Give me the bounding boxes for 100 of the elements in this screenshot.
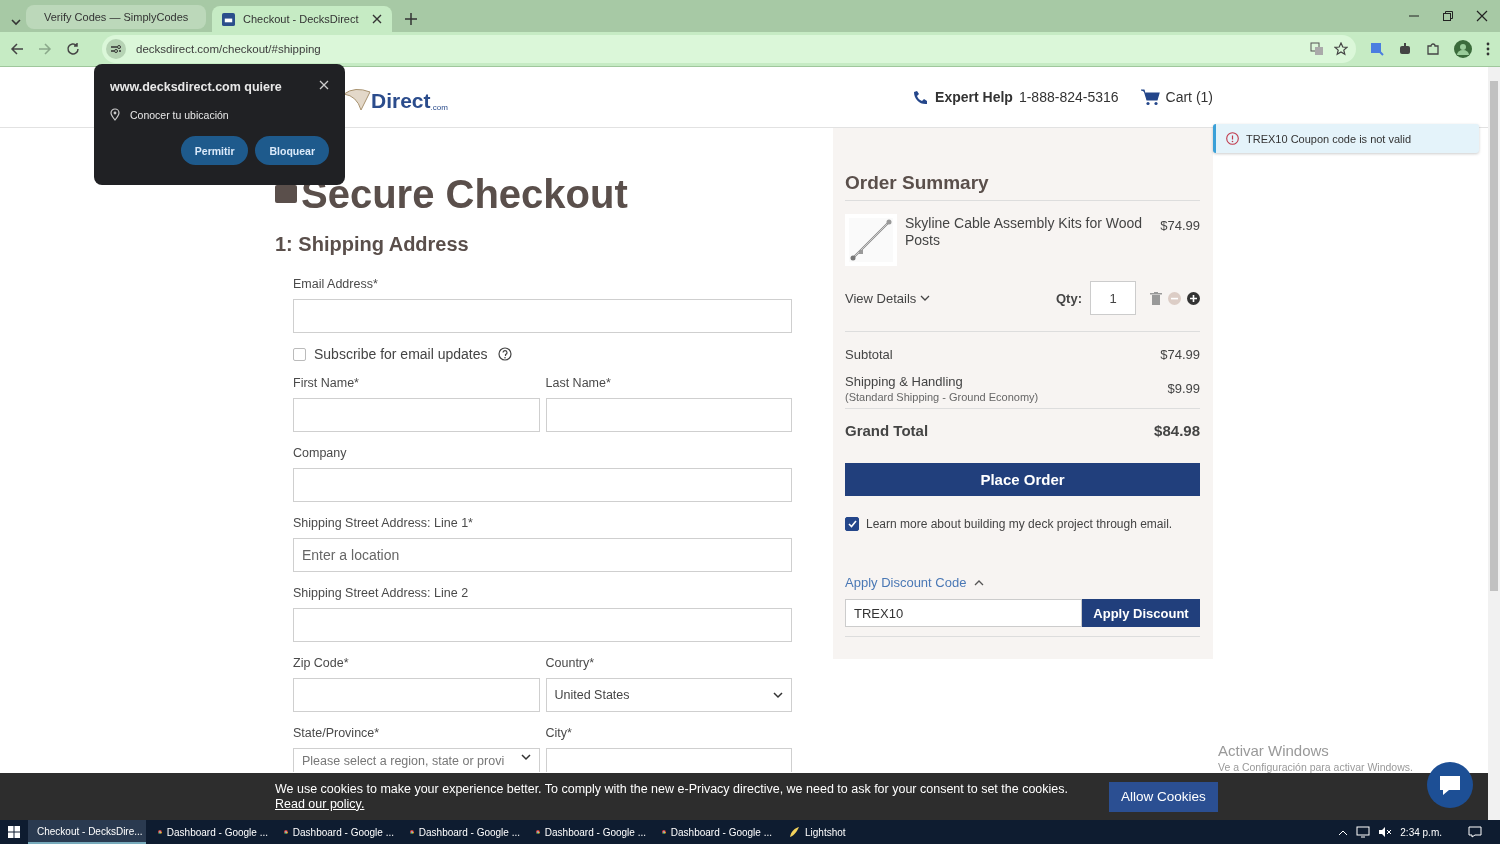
taskbar-item[interactable]: Dashboard - Google ... <box>532 820 650 844</box>
field-label: Shipping Street Address: Line 2 <box>293 585 470 601</box>
discount-code-field[interactable]: TREX10 <box>845 599 1082 627</box>
taskbar-label: Checkout - DecksDire... <box>37 825 143 837</box>
taskbar-label: Dashboard - Google ... <box>544 826 646 838</box>
popup-title: www.decksdirect.com quiere <box>110 80 282 94</box>
policy-link[interactable]: Read our policy. <box>275 796 365 811</box>
summary-title: Order Summary <box>845 172 1200 201</box>
tab-title: Verify Codes — SimplyCodes <box>44 11 189 23</box>
taskbar-label: Dashboard - Google ... <box>418 826 520 838</box>
taskbar-item[interactable]: Lightshot <box>784 820 902 844</box>
feather-icon <box>788 826 800 838</box>
field-label: Shipping Street Address: Line 1* <box>293 515 474 531</box>
url-text: decksdirect.com/checkout/#shipping <box>136 43 322 55</box>
place-order-button[interactable]: Place Order <box>845 463 1200 496</box>
tab-title: Checkout - DecksDirect <box>243 13 360 25</box>
address-bar[interactable]: decksdirect.com/checkout/#shipping <box>102 35 1356 63</box>
field-label: Company <box>293 445 348 461</box>
star-icon[interactable] <box>1334 42 1348 56</box>
roof-swoosh-icon <box>343 86 371 112</box>
logo-domain: .com <box>430 103 448 112</box>
caret-icon <box>520 754 531 761</box>
field-label: First Name* <box>293 375 360 391</box>
chevron-icon[interactable] <box>974 579 985 586</box>
close-icon[interactable] <box>1476 10 1488 22</box>
taskbar-label: Dashboard - Google ... <box>670 826 772 838</box>
help-icon[interactable] <box>497 347 512 361</box>
site-settings-icon[interactable] <box>106 39 126 59</box>
windows-start-icon[interactable] <box>8 826 20 838</box>
shipping-note: (Standard Shipping - Ground Economy) <box>845 391 1039 403</box>
input-field[interactable] <box>293 608 792 642</box>
taskbar-item[interactable]: Dashboard - Google ... <box>658 820 776 844</box>
taskbar-item[interactable]: Checkout - DecksDire... <box>28 820 146 844</box>
browser-tab[interactable]: Verify Codes — SimplyCodes <box>26 5 206 29</box>
more-menu-icon[interactable] <box>1486 42 1490 56</box>
help-label: Expert Help <box>935 89 1013 105</box>
select-field[interactable]: Please select a region, state or provi <box>293 748 540 772</box>
site-logo-icon <box>222 12 235 26</box>
taskbar-item[interactable]: Dashboard - Google ... <box>280 820 398 844</box>
field-label: Email Address* <box>293 276 379 292</box>
avatar-icon[interactable] <box>1454 40 1472 58</box>
chevron-down-icon <box>920 294 931 302</box>
cookie-text: We use cookies to make your experience better. To comply with the new e-Privacy directive, we need to ask for your consent to set the cookies. <box>275 781 1068 796</box>
alert-icon <box>1226 132 1239 145</box>
caret-icon <box>773 691 783 699</box>
taskbar-item[interactable]: Dashboard - Google ... <box>154 820 272 844</box>
popup-button[interactable]: Bloquear <box>255 136 329 165</box>
logo-text[interactable]: Direct <box>371 90 431 112</box>
allow-cookies-button[interactable]: Allow Cookies <box>1109 781 1218 812</box>
reload-icon[interactable] <box>66 42 80 56</box>
view-details-link[interactable]: View Details <box>845 290 917 306</box>
restore-icon[interactable] <box>1442 10 1454 22</box>
input-field[interactable] <box>293 299 792 333</box>
cart-icon[interactable] <box>1140 88 1160 106</box>
taskbar-label: Lightshot <box>805 826 846 838</box>
apply-discount-button[interactable]: Apply Discount <box>1082 599 1200 627</box>
robot-icon[interactable] <box>1398 42 1412 56</box>
network-icon[interactable] <box>1356 826 1371 838</box>
plus-circle-icon[interactable] <box>1187 291 1200 305</box>
close-icon[interactable] <box>372 14 382 24</box>
checkbox[interactable] <box>293 347 306 361</box>
chat-button-icon[interactable] <box>1427 762 1473 808</box>
permission-text: Conocer tu ubicación <box>130 108 229 121</box>
field-label: Last Name* <box>545 375 612 391</box>
input-field[interactable] <box>545 398 792 432</box>
product-price: $74.99 <box>1160 218 1200 235</box>
total-label: Grand Total <box>845 422 929 439</box>
cart-link[interactable]: Cart (1) <box>1165 89 1213 105</box>
new-tab-icon[interactable] <box>404 12 418 26</box>
input-field[interactable] <box>545 748 792 772</box>
notification-icon[interactable] <box>1468 826 1482 838</box>
input-field[interactable] <box>293 678 540 712</box>
muted-speaker-icon[interactable] <box>1378 826 1393 838</box>
total-value: $9.99 <box>1167 381 1200 396</box>
checkbox[interactable] <box>845 517 859 531</box>
field-label: Zip Code* <box>293 655 350 671</box>
total-label: Shipping & Handling <box>845 374 964 389</box>
checkbox-label: Subscribe for email updates <box>314 346 488 362</box>
discount-toggle-link[interactable]: Apply Discount Code <box>845 575 967 590</box>
scrollbar-thumb[interactable] <box>1490 81 1498 591</box>
trash-icon[interactable] <box>1150 291 1162 305</box>
product-name[interactable]: Skyline Cable Assembly Kits for Wood Posts <box>905 215 1153 266</box>
select-field[interactable]: United States <box>545 678 792 712</box>
browser-tab[interactable]: Checkout - DecksDirect <box>212 6 392 32</box>
input-field[interactable]: Enter a location <box>293 538 792 572</box>
field-label: State/Province* <box>293 725 381 741</box>
toast-message: TREX10 Coupon code is not valid <box>1246 132 1412 145</box>
popup-button[interactable]: Permitir <box>180 136 249 165</box>
phone-number[interactable]: 1-888-824-5316 <box>1018 89 1119 105</box>
taskbar-item[interactable]: Dashboard - Google ... <box>406 820 524 844</box>
total-label: Subtotal <box>845 347 893 362</box>
qty-label: Qty: <box>1056 290 1082 306</box>
chevron-up-icon[interactable] <box>1338 828 1349 836</box>
input-field[interactable] <box>293 468 792 502</box>
checkbox-label: Learn more about building my deck project through email. <box>866 517 1173 531</box>
back-icon[interactable] <box>10 42 24 56</box>
qty-field[interactable]: 1 <box>1090 281 1136 315</box>
input-field[interactable] <box>293 398 540 432</box>
clock: 2:34 p.m. <box>1400 826 1442 838</box>
taskbar-label: Dashboard - Google ... <box>292 826 394 838</box>
